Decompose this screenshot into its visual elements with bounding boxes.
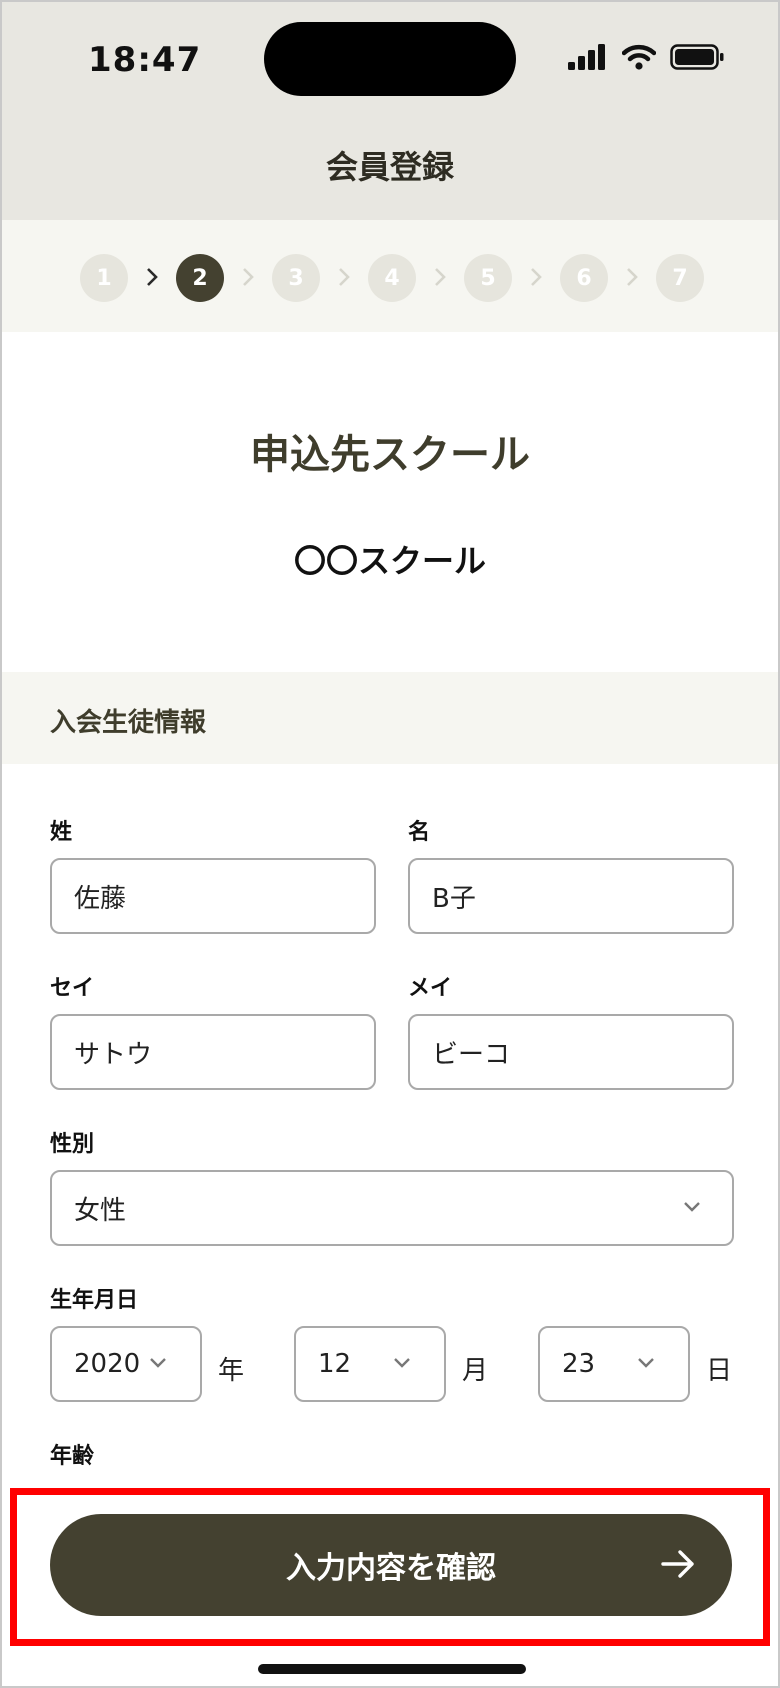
chevron-down-icon bbox=[394, 1358, 410, 1368]
status-icons bbox=[568, 44, 724, 70]
month-unit: 月 bbox=[462, 1356, 489, 1386]
registration-screen: 18:47 会員登録 1 2 3 4 5 6 7 申込先スクール 〇〇スクール … bbox=[0, 0, 780, 1688]
birth-month-select[interactable]: 12 bbox=[294, 1326, 446, 1402]
birth-day-select[interactable]: 23 bbox=[538, 1326, 690, 1402]
birth-day-value: 23 bbox=[562, 1349, 596, 1379]
status-time: 18:47 bbox=[88, 40, 202, 80]
step-5: 5 bbox=[464, 254, 512, 302]
step-7: 7 bbox=[656, 254, 704, 302]
school-name: 〇〇スクール bbox=[293, 542, 486, 580]
wifi-icon bbox=[622, 44, 656, 70]
last-name-input[interactable]: 佐藤 bbox=[50, 858, 376, 934]
confirm-button-label: 入力内容を確認 bbox=[286, 1551, 496, 1586]
birth-year-value: 2020 bbox=[74, 1349, 141, 1379]
gender-value: 女性 bbox=[74, 1195, 127, 1226]
gender-select[interactable]: 女性 bbox=[50, 1170, 734, 1246]
page-title: 会員登録 bbox=[325, 148, 454, 186]
year-unit: 年 bbox=[218, 1356, 245, 1386]
chevron-right-icon bbox=[622, 262, 642, 292]
step-2-current: 2 bbox=[176, 254, 224, 302]
home-indicator bbox=[258, 1664, 526, 1674]
chevron-down-icon bbox=[638, 1358, 654, 1368]
progress-stepper: 1 2 3 4 5 6 7 bbox=[2, 220, 778, 332]
confirm-input-button[interactable]: 入力内容を確認 bbox=[50, 1514, 732, 1616]
battery-icon bbox=[670, 44, 724, 70]
gender-label: 性別 bbox=[50, 1132, 95, 1157]
step-4: 4 bbox=[368, 254, 416, 302]
last-name-kana-label: セイ bbox=[50, 976, 95, 1001]
cellular-signal-icon bbox=[568, 44, 605, 70]
first-name-label: 名 bbox=[408, 820, 431, 845]
first-name-kana-input[interactable]: ビーコ bbox=[408, 1014, 734, 1090]
chevron-right-icon bbox=[430, 262, 450, 292]
chevron-right-icon bbox=[334, 262, 354, 292]
step-3: 3 bbox=[272, 254, 320, 302]
step-6: 6 bbox=[560, 254, 608, 302]
first-name-input[interactable]: B子 bbox=[408, 858, 734, 934]
chevron-down-icon bbox=[150, 1358, 166, 1368]
chevron-down-icon bbox=[684, 1202, 700, 1212]
step-1: 1 bbox=[80, 254, 128, 302]
chevron-right-icon bbox=[526, 262, 546, 292]
section-title: 入会生徒情報 bbox=[50, 708, 207, 738]
first-name-kana-label: メイ bbox=[408, 976, 453, 1001]
age-label: 年齢 bbox=[50, 1444, 95, 1469]
school-section-title: 申込先スクール bbox=[250, 432, 530, 478]
last-name-kana-input[interactable]: サトウ bbox=[50, 1014, 376, 1090]
chevron-right-icon bbox=[142, 262, 162, 292]
arrow-right-icon bbox=[661, 1550, 694, 1578]
birth-month-value: 12 bbox=[318, 1349, 352, 1379]
chevron-right-icon bbox=[238, 262, 258, 292]
last-name-label: 姓 bbox=[50, 820, 73, 845]
day-unit: 日 bbox=[706, 1356, 733, 1386]
dynamic-island bbox=[264, 22, 516, 96]
birthday-label: 生年月日 bbox=[50, 1288, 139, 1313]
header-area: 18:47 会員登録 bbox=[2, 2, 778, 220]
birth-year-select[interactable]: 2020 bbox=[50, 1326, 202, 1402]
